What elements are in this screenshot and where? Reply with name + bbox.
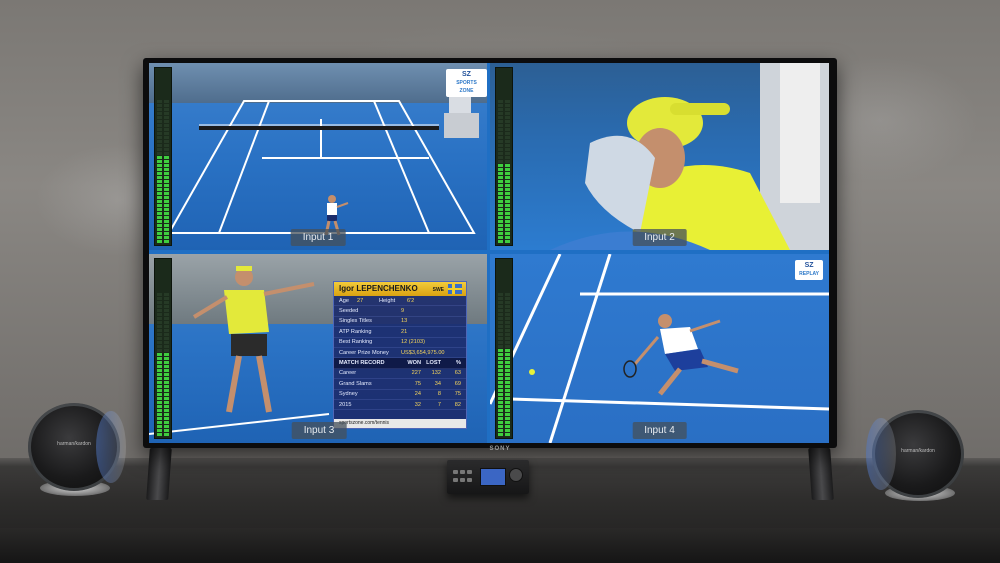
stats-row-age: Age 27 Height 6'2 bbox=[334, 296, 466, 307]
meter-channel bbox=[505, 70, 510, 243]
multiview-input-3[interactable]: Igor LEPENCHENKO SWE Age 27 Height 6'2 S… bbox=[149, 254, 487, 443]
multiview-device bbox=[447, 460, 529, 494]
multiview-input-4[interactable]: SZ REPLAY Input 4 bbox=[490, 254, 829, 443]
audio-meter bbox=[495, 67, 513, 246]
player-closeup bbox=[550, 63, 829, 250]
match-record-row: Sydney 24 8 75 bbox=[334, 390, 466, 400]
lost-header: LOST bbox=[426, 360, 441, 367]
input-1-label: Input 1 bbox=[290, 229, 346, 246]
multiview-input-2[interactable]: Input 2 bbox=[490, 63, 829, 250]
stat-value: 12 (2103) bbox=[401, 339, 425, 346]
player-stats-card: Igor LEPENCHENKO SWE Age 27 Height 6'2 S… bbox=[333, 281, 467, 429]
stat-label: Career Prize Money bbox=[339, 349, 389, 356]
match-category: 2015 bbox=[339, 401, 352, 408]
match-record-row: Career 227 132 63 bbox=[334, 369, 466, 380]
stats-row: Best Ranking 12 (2103) bbox=[334, 338, 466, 348]
tv-foot-right bbox=[808, 448, 834, 500]
pct-value: 75 bbox=[454, 391, 461, 398]
pct-header: % bbox=[456, 360, 461, 367]
age-label: Age bbox=[339, 297, 349, 304]
pct-value: 82 bbox=[454, 401, 461, 408]
stats-row: ATP Ranking 21 bbox=[334, 327, 466, 338]
tv-foot-left bbox=[146, 448, 172, 500]
won-value: 227 bbox=[411, 370, 421, 377]
input-4-label: Input 4 bbox=[632, 422, 687, 439]
match-record-row: Grand Slams 75 34 69 bbox=[334, 379, 466, 390]
device-lcd-screen bbox=[480, 468, 506, 486]
speaker-glass bbox=[96, 411, 126, 483]
audio-meter bbox=[154, 67, 172, 246]
device-button[interactable] bbox=[460, 478, 465, 482]
device-button[interactable] bbox=[453, 470, 458, 474]
left-speaker: harman/kardon bbox=[28, 403, 126, 491]
stat-label: Best Ranking bbox=[339, 339, 373, 346]
meter-channel bbox=[164, 261, 169, 436]
audio-meter bbox=[495, 258, 513, 439]
pct-value: 63 bbox=[454, 370, 461, 377]
height-label: Height bbox=[378, 297, 396, 304]
stats-row: Seeded 9 bbox=[334, 306, 466, 317]
tennis-player-3 bbox=[192, 266, 315, 413]
lost-value: 8 bbox=[437, 391, 441, 398]
won-value: 32 bbox=[414, 401, 421, 408]
speaker-glass bbox=[866, 418, 896, 490]
lost-value: 7 bbox=[437, 401, 441, 408]
meter-channel bbox=[505, 261, 510, 436]
stat-label: Seeded bbox=[339, 308, 359, 315]
stats-row: Singles Titles 13 bbox=[334, 317, 466, 328]
age-value: 27 bbox=[356, 297, 364, 304]
device-knob[interactable] bbox=[509, 468, 523, 482]
sweden-flag-icon bbox=[448, 284, 462, 294]
lost-value: 132 bbox=[431, 370, 441, 377]
stats-footer-url: sportszone.com/tennis bbox=[334, 419, 466, 428]
stat-label: ATP Ranking bbox=[339, 328, 372, 335]
stat-value: 9 bbox=[401, 308, 405, 315]
meter-channel bbox=[157, 70, 162, 243]
won-value: 24 bbox=[414, 391, 421, 398]
meter-channel bbox=[157, 261, 162, 436]
meter-channel bbox=[498, 261, 503, 436]
shelf-edge bbox=[0, 528, 1000, 563]
device-button[interactable] bbox=[453, 478, 458, 482]
meter-channel bbox=[498, 70, 503, 243]
won-value: 75 bbox=[414, 380, 421, 387]
device-button[interactable] bbox=[467, 470, 472, 474]
match-record-row: 2015 32 7 82 bbox=[334, 400, 466, 411]
match-record-title: MATCH RECORD bbox=[339, 360, 385, 367]
match-record-header: MATCH RECORD WON LOST % bbox=[334, 358, 466, 369]
height-value: 6'2 bbox=[406, 297, 415, 304]
match-category: Grand Slams bbox=[339, 380, 372, 387]
input-3-label: Input 3 bbox=[291, 422, 347, 439]
meter-channel bbox=[164, 70, 169, 243]
stat-value: US$3,654,975.00 bbox=[401, 349, 445, 356]
match-category: Sydney bbox=[339, 391, 358, 398]
input-2-label: Input 2 bbox=[632, 229, 687, 246]
player-name-bar: Igor LEPENCHENKO SWE bbox=[334, 282, 466, 296]
left-speaker-brand: harman/kardon bbox=[57, 441, 91, 447]
right-speaker-brand: harman/kardon bbox=[901, 448, 935, 454]
device-button[interactable] bbox=[467, 478, 472, 482]
stat-value: 13 bbox=[401, 318, 408, 325]
sports-zone-replay-logo: SZ REPLAY bbox=[795, 260, 823, 280]
tv-brand-logo: SONY bbox=[489, 446, 511, 452]
pct-value: 69 bbox=[454, 380, 461, 387]
won-header: WON bbox=[407, 360, 421, 367]
player-name: Igor LEPENCHENKO bbox=[339, 284, 418, 293]
tennis-player-4 bbox=[623, 314, 739, 396]
multiview-input-1[interactable]: SZ SPORTS ZONE Input 1 bbox=[149, 63, 487, 250]
audio-meter bbox=[154, 258, 172, 439]
stat-value: 21 bbox=[401, 328, 408, 335]
right-speaker: harman/kardon bbox=[866, 410, 964, 498]
device-button[interactable] bbox=[460, 470, 465, 474]
match-category: Career bbox=[339, 370, 357, 377]
sports-zone-logo: SZ SPORTS ZONE bbox=[446, 69, 487, 97]
multiview-screen: SZ SPORTS ZONE Input 1 Input 2 Igor LEPE… bbox=[149, 63, 829, 443]
stats-row: Career Prize Money US$3,654,975.00 bbox=[334, 348, 466, 359]
stat-label: Singles Titles bbox=[339, 318, 372, 325]
player-country: SWE bbox=[432, 287, 444, 293]
lost-value: 34 bbox=[434, 380, 441, 387]
